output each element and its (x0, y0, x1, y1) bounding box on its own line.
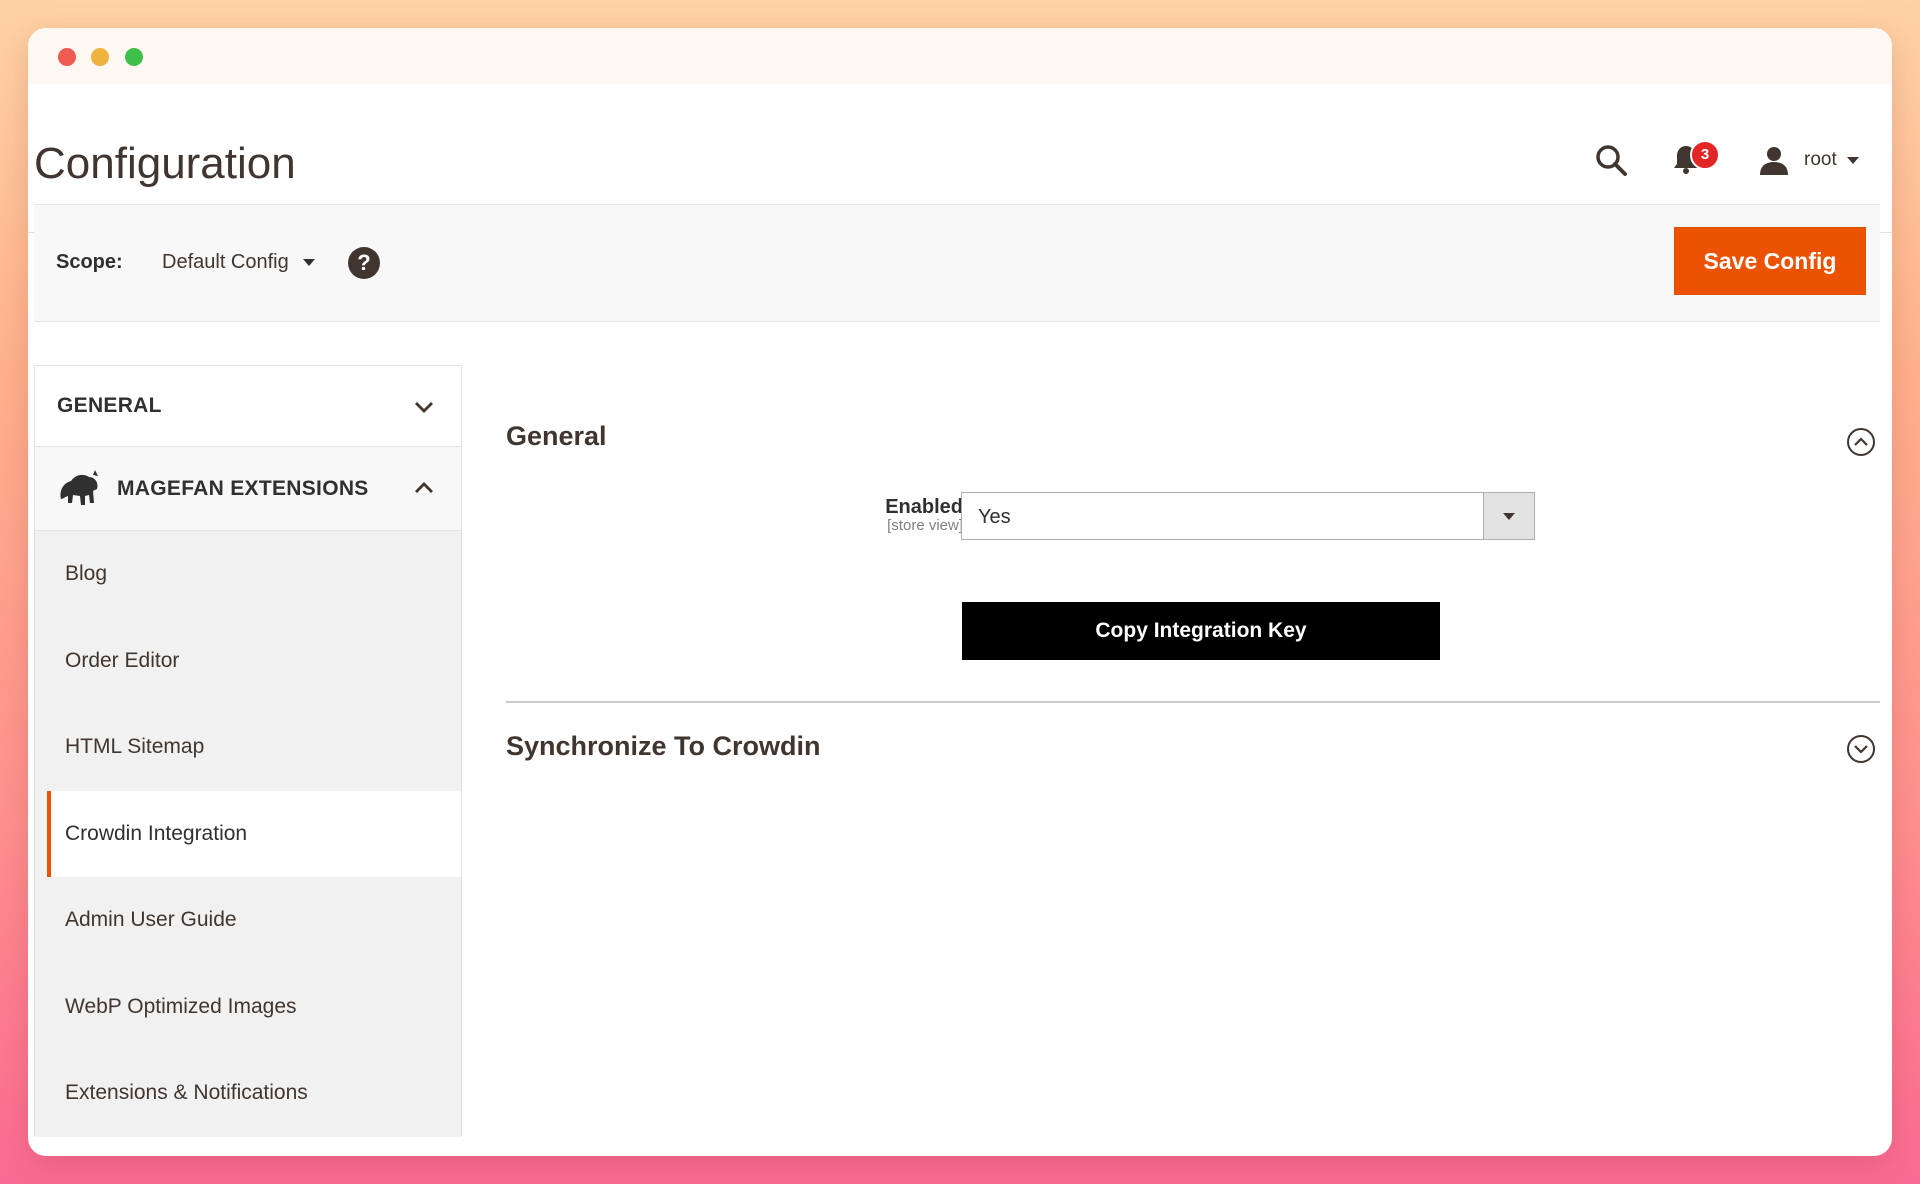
sidebar-item-label: Order Editor (65, 648, 180, 672)
user-menu[interactable]: root (1758, 140, 1859, 180)
chevron-down-icon (415, 402, 433, 413)
chevron-down-icon (302, 259, 315, 266)
collapse-section-icon[interactable] (1846, 427, 1876, 457)
help-icon[interactable]: ? (348, 247, 380, 279)
enabled-label: Enabled (885, 496, 963, 518)
chevron-down-icon (1503, 513, 1515, 520)
sidebar-extensions-list: Blog Order Editor HTML Sitemap Crowdin I… (34, 531, 462, 1137)
user-name: root (1804, 149, 1837, 170)
browser-window: Configuration 3 root Scope: Default Conf… (28, 28, 1892, 1156)
notification-badge[interactable]: 3 (1690, 140, 1720, 170)
sidebar-item-label: Admin User Guide (65, 908, 237, 931)
maximize-window-button[interactable] (125, 48, 143, 66)
sidebar-item-label: Crowdin Integration (65, 821, 248, 845)
sidebar-tab-magefan-extensions-label: MAGEFAN EXTENSIONS (117, 477, 369, 500)
copy-integration-key-button[interactable]: Copy Integration Key (962, 602, 1440, 660)
sidebar-tab-general[interactable]: GENERAL (34, 365, 462, 447)
search-icon[interactable] (1593, 142, 1629, 178)
sidebar-item-label: WebP Optimized Images (65, 994, 297, 1018)
scope-label: Scope: (56, 251, 123, 273)
scope-switcher[interactable]: Default Config (162, 251, 315, 274)
section-divider (506, 701, 1880, 703)
sidebar-item-label: HTML Sitemap (65, 735, 205, 758)
enabled-scope-hint: [store view] (887, 517, 963, 534)
close-window-button[interactable] (58, 48, 76, 66)
sidebar-item-extensions-notifications[interactable]: Extensions & Notifications (35, 1050, 461, 1137)
sidebar-item-admin-user-guide[interactable]: Admin User Guide (35, 877, 461, 964)
config-sidebar: GENERAL MAGEFAN EXTENSIONS Blog Order Ed… (34, 365, 462, 1156)
enabled-field-label: Enabled [store view] (885, 496, 963, 534)
minimize-window-button[interactable] (91, 48, 109, 66)
chevron-up-icon (415, 482, 433, 493)
sidebar-item-label: Extensions & Notifications (65, 1081, 308, 1104)
sidebar-tab-magefan-extensions[interactable]: MAGEFAN EXTENSIONS (34, 447, 462, 531)
sidebar-item-webp-optimized-images[interactable]: WebP Optimized Images (35, 964, 461, 1051)
window-titlebar (28, 28, 1892, 84)
sidebar-item-label: Blog (65, 562, 108, 585)
magefan-logo-icon (60, 470, 98, 505)
user-menu-caret-icon (1846, 156, 1859, 164)
section-general-title[interactable]: General (506, 421, 607, 452)
enabled-select-value: Yes (978, 506, 1011, 528)
scope-value: Default Config (162, 251, 289, 273)
scope-bar: Scope: Default Config ? Save Config (34, 204, 1880, 322)
enabled-select[interactable]: Yes (961, 492, 1535, 540)
user-icon (1760, 147, 1788, 175)
save-config-button[interactable]: Save Config (1674, 227, 1866, 295)
section-sync-title[interactable]: Synchronize To Crowdin (506, 731, 821, 762)
sidebar-item-crowdin-integration[interactable]: Crowdin Integration (47, 790, 461, 877)
sidebar-item-html-sitemap[interactable]: HTML Sitemap (35, 704, 461, 791)
expand-section-icon[interactable] (1846, 734, 1876, 764)
sidebar-tab-general-label: GENERAL (57, 394, 162, 417)
sidebar-item-order-editor[interactable]: Order Editor (35, 618, 461, 705)
enabled-select-toggle[interactable] (1483, 493, 1534, 539)
page-title: Configuration (34, 139, 296, 188)
sidebar-item-blog[interactable]: Blog (35, 531, 461, 618)
